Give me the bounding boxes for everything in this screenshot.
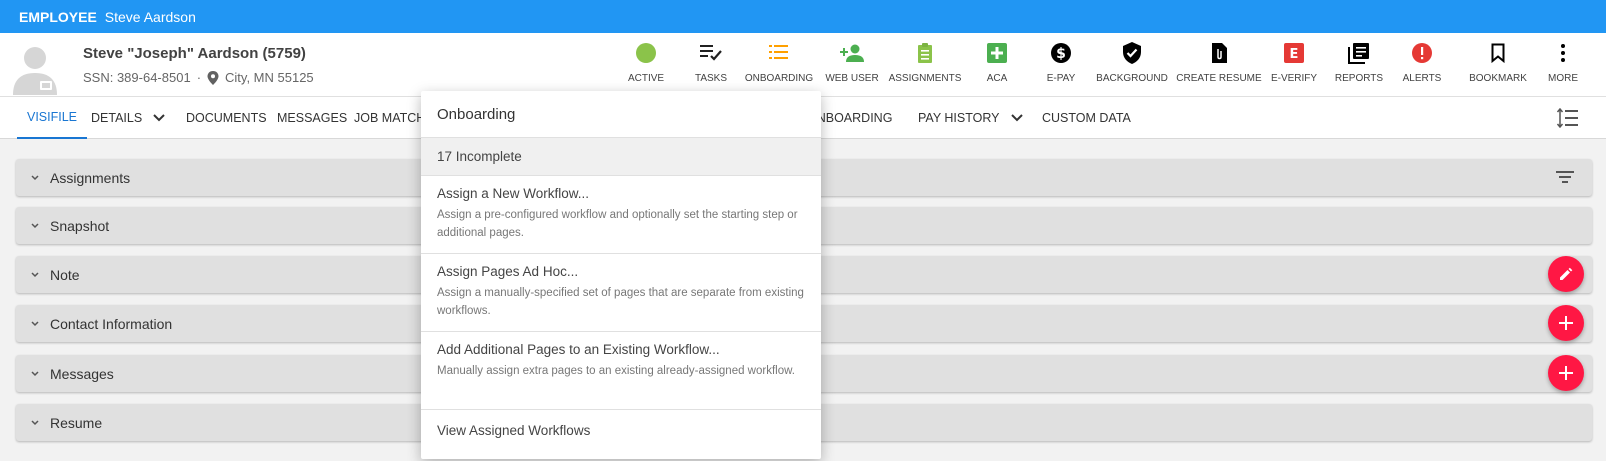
plus-square-icon bbox=[987, 43, 1007, 63]
separator-dot: · bbox=[196, 70, 202, 85]
chevron-down-icon bbox=[1010, 114, 1023, 122]
onboarding-menu: Onboarding 17 Incomplete Assign a New Wo… bbox=[421, 91, 821, 459]
panel-title: Assignments bbox=[50, 169, 131, 186]
alert-icon bbox=[1412, 43, 1432, 63]
tab-job-match-label: JOB MATCH bbox=[354, 111, 426, 125]
panel-title: Resume bbox=[50, 414, 103, 431]
dollar-icon: $ bbox=[1051, 43, 1071, 63]
chevron-down-icon bbox=[31, 174, 39, 180]
more-vertical-icon bbox=[1561, 44, 1565, 62]
menu-item-desc: Manually assign extra pages to an existi… bbox=[437, 365, 795, 377]
menu-item-view-assigned-workflows[interactable]: View Assigned Workflows bbox=[421, 410, 821, 450]
panel-title: Note bbox=[50, 266, 80, 283]
panel-title: Messages bbox=[50, 365, 114, 382]
pencil-icon bbox=[1560, 267, 1573, 280]
tab-visifile[interactable]: VISIFILE bbox=[17, 97, 88, 139]
tab-messages-label: MESSAGES bbox=[277, 111, 348, 125]
chevron-down-icon bbox=[31, 222, 39, 228]
record-name-label: Steve Aardson bbox=[104, 8, 196, 25]
menu-item-assign-pages-ad-hoc[interactable]: Assign Pages Ad Hoc... Assign a manually… bbox=[421, 254, 821, 332]
tab-documents-label: DOCUMENTS bbox=[186, 111, 267, 125]
tab-messages[interactable]: MESSAGES bbox=[277, 97, 347, 139]
menu-item-desc: Assign a pre-configured workflow and opt… bbox=[437, 209, 798, 239]
menu-item-title: Assign a New Workflow... bbox=[437, 186, 590, 201]
tab-job-match[interactable]: JOB MATCH bbox=[354, 97, 425, 139]
chevron-down-icon bbox=[153, 114, 165, 122]
reports-icon bbox=[1348, 43, 1369, 64]
clipboard-icon bbox=[918, 43, 932, 63]
top-bar: EMPLOYEE Steve Aardson bbox=[0, 0, 1606, 33]
plus-icon bbox=[1559, 316, 1573, 330]
add-contact-button[interactable] bbox=[1548, 305, 1584, 341]
tab-pay-history-label: PAY HISTORY bbox=[918, 111, 1000, 125]
e-verify-icon: E bbox=[1284, 43, 1304, 63]
panel-title: Contact Information bbox=[50, 315, 173, 332]
background-label: BACKGROUND bbox=[1096, 73, 1168, 84]
menu-item-assign-new-workflow[interactable]: Assign a New Workflow... Assign a pre-co… bbox=[421, 176, 821, 254]
menu-item-title: Assign Pages Ad Hoc... bbox=[437, 264, 579, 279]
plus-icon bbox=[1559, 366, 1573, 380]
menu-item-add-pages-existing-workflow[interactable]: Add Additional Pages to an Existing Work… bbox=[421, 332, 821, 410]
menu-title: Onboarding bbox=[421, 91, 821, 138]
tab-custom-data[interactable]: CUSTOM DATA bbox=[1042, 97, 1131, 139]
attachment-doc-icon bbox=[1212, 43, 1227, 63]
edit-note-button[interactable] bbox=[1548, 256, 1584, 292]
bookmark-icon bbox=[1491, 43, 1505, 63]
tab-visifile-label: VISIFILE bbox=[27, 110, 78, 124]
svg-text:E: E bbox=[1290, 47, 1299, 62]
avatar-icon[interactable] bbox=[8, 41, 62, 95]
chevron-down-icon bbox=[31, 370, 39, 376]
employee-details: SSN: 389-64-8501 · City, MN 55125 bbox=[83, 70, 314, 85]
tasks-icon bbox=[700, 45, 722, 61]
tab-pay-history[interactable]: PAY HISTORY bbox=[918, 97, 1024, 139]
chevron-down-icon bbox=[31, 320, 39, 326]
svg-text:$: $ bbox=[1056, 46, 1066, 62]
tab-documents[interactable]: DOCUMENTS bbox=[186, 97, 267, 139]
add-person-icon bbox=[840, 44, 864, 62]
tab-details[interactable]: DETAILS bbox=[91, 97, 166, 139]
density-toggle-icon[interactable] bbox=[1557, 108, 1579, 128]
employee-ssn: SSN: 389-64-8501 bbox=[83, 70, 191, 85]
tab-details-label: DETAILS bbox=[91, 111, 143, 125]
more-label: MORE bbox=[1548, 73, 1578, 84]
tab-custom-data-label: CUSTOM DATA bbox=[1042, 111, 1131, 125]
incomplete-count[interactable]: 17 Incomplete bbox=[421, 138, 821, 176]
employee-header: Steve "Joseph" Aardson (5759) SSN: 389-6… bbox=[0, 33, 1606, 97]
add-message-button[interactable] bbox=[1548, 355, 1584, 391]
employee-name: Steve "Joseph" Aardson (5759) bbox=[83, 45, 306, 62]
shield-check-icon bbox=[1123, 42, 1141, 64]
more-button[interactable]: MORE bbox=[1528, 41, 1598, 84]
record-type-label: EMPLOYEE bbox=[19, 8, 97, 25]
employee-location: City, MN 55125 bbox=[225, 70, 314, 85]
panel-title: Snapshot bbox=[50, 217, 110, 234]
menu-item-title: Add Additional Pages to an Existing Work… bbox=[437, 342, 720, 357]
onboarding-list-icon bbox=[769, 45, 788, 59]
active-dot-icon bbox=[636, 43, 656, 63]
menu-item-desc: Assign a manually-specified set of pages… bbox=[437, 287, 804, 317]
chevron-down-icon bbox=[31, 271, 39, 277]
filter-icon[interactable] bbox=[1556, 170, 1574, 184]
chevron-down-icon bbox=[31, 419, 39, 425]
background-button[interactable]: BACKGROUND bbox=[1087, 41, 1177, 84]
location-pin-icon bbox=[207, 70, 219, 85]
